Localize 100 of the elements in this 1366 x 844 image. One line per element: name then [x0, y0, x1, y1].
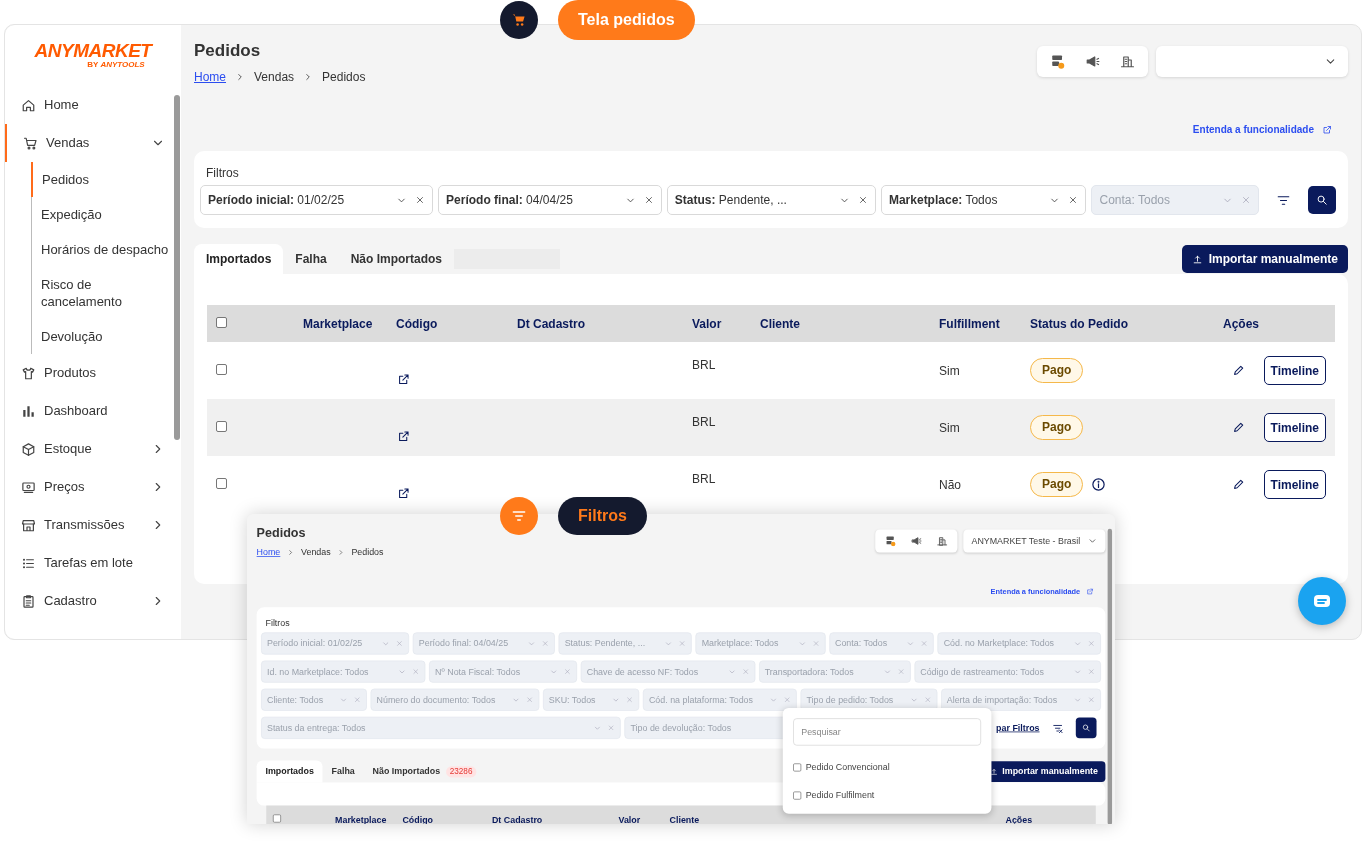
close-icon: [415, 195, 426, 205]
sidebar-item[interactable]: Home: [5, 86, 181, 124]
column-header: Cliente: [760, 316, 800, 331]
logo-subtitle: ANYTOOLS: [100, 60, 145, 69]
storefront-icon: [21, 517, 36, 533]
table-cell: BRL: [692, 415, 716, 429]
tab[interactable]: Não Importados: [338, 244, 455, 274]
table-cell: Sim: [939, 363, 960, 378]
megaphone-icon: [1085, 54, 1100, 69]
tab[interactable]: Falha: [322, 760, 364, 783]
count-badge: 23286: [446, 765, 477, 778]
column-header: Valor: [618, 814, 641, 824]
search-button[interactable]: [1308, 186, 1336, 214]
sidebar-item[interactable]: Preços: [5, 468, 181, 506]
filter-select[interactable]: Período inicial: 01/02/25: [200, 185, 434, 215]
dropdown-option[interactable]: Pedido Fulfilment: [793, 788, 875, 802]
pencil-icon: [1231, 364, 1245, 377]
sidebar-subitem[interactable]: Risco de cancelamento: [32, 267, 181, 319]
banknote-icon: [21, 479, 36, 495]
dropdown-option[interactable]: Pedido Convencional: [793, 760, 890, 774]
cart-icon: [23, 135, 38, 151]
checkbox[interactable]: [216, 363, 227, 375]
column-header: Status do Pedido: [1030, 316, 1128, 331]
external-link-icon: [397, 430, 410, 443]
sidebar-item[interactable]: Estoque: [5, 430, 181, 468]
clear-filters-link[interactable]: par Filtros: [996, 721, 1040, 735]
checkbox[interactable]: [793, 763, 802, 772]
breadcrumb-item: Vendas: [254, 69, 295, 86]
close-icon: [1068, 195, 1079, 205]
sidebar-item[interactable]: Produtos: [5, 354, 181, 392]
status-badge: Pago: [1030, 358, 1084, 383]
timeline-button[interactable]: Timeline: [1263, 413, 1326, 442]
checkbox[interactable]: [216, 316, 227, 328]
column-header: Fulfillment: [939, 316, 1000, 331]
filter-select[interactable]: Marketplace: Todos: [880, 185, 1087, 215]
column-header: Dt Cadastro: [517, 316, 585, 331]
filter-select[interactable]: Status: Pendente, ...: [666, 185, 876, 215]
search-field[interactable]: Pesquisar: [793, 718, 982, 746]
checkbox[interactable]: [272, 814, 282, 823]
column-header: Dt Cadastro: [491, 814, 543, 824]
search-button[interactable]: [1075, 717, 1097, 739]
breadcrumb-item: Pedidos: [322, 69, 366, 86]
close-icon: [643, 195, 654, 205]
sidebar-subitem[interactable]: Devolução: [32, 319, 181, 354]
checkbox[interactable]: [216, 420, 227, 432]
pencil-icon: [1231, 478, 1245, 491]
account-select[interactable]: ANYMARKET Teste - Brasil: [963, 529, 1106, 553]
chevron-right-icon: [235, 72, 245, 82]
checkbox[interactable]: [216, 477, 227, 489]
external-link-icon: [397, 373, 410, 386]
sidebar-item[interactable]: Cadastro: [5, 582, 181, 620]
table-cell: BRL: [692, 472, 716, 486]
external-link-icon: [1322, 124, 1332, 135]
close-icon: [1241, 195, 1251, 205]
column-header: Marketplace: [303, 316, 373, 331]
sidebar-subitem[interactable]: Horários de despacho: [32, 232, 181, 267]
column-header: Ações: [1005, 814, 1033, 824]
timeline-button[interactable]: Timeline: [1263, 356, 1326, 385]
breadcrumb-item: Vendas: [301, 546, 331, 560]
column-header: Valor: [692, 316, 722, 331]
column-header: Código: [402, 814, 433, 824]
sidebar-item[interactable]: Tarefas em lote: [5, 544, 181, 582]
breadcrumb-link[interactable]: Home: [194, 68, 226, 86]
breadcrumb-link[interactable]: Home: [256, 545, 281, 560]
tab[interactable]: Importados: [256, 760, 323, 783]
checkbox[interactable]: [793, 791, 802, 800]
column-header: Cliente: [669, 814, 700, 824]
filter-panel-title: Filtros: [264, 617, 291, 631]
close-icon: [857, 195, 868, 205]
bar-chart-icon: [21, 403, 36, 419]
page-title: Pedidos: [256, 525, 307, 541]
column-header: Código: [396, 316, 438, 331]
sidebar-item[interactable]: Dashboard: [5, 392, 181, 430]
filter-select[interactable]: Período final: 04/04/25: [438, 185, 662, 215]
column-header: Marketplace: [335, 814, 387, 824]
callout-label: Filtros: [558, 497, 647, 535]
pencil-icon: [1231, 421, 1245, 434]
sidebar-item[interactable]: Transmissões: [5, 506, 181, 544]
server-alert-icon[interactable]: [884, 535, 896, 547]
timeline-button[interactable]: Timeline: [1263, 470, 1326, 499]
page-title: Pedidos: [194, 41, 262, 61]
cart-callout-icon: [500, 1, 538, 39]
column-header: Ações: [1223, 316, 1260, 331]
import-button[interactable]: Importar manualmente: [1181, 245, 1348, 273]
logo-by: BY: [87, 60, 99, 69]
table-cell: Sim: [939, 420, 960, 435]
home-icon: [21, 97, 36, 113]
filter-panel-title: Filtros: [205, 165, 240, 182]
breadcrumb-item: Pedidos: [351, 546, 384, 560]
server-alert-icon[interactable]: [1050, 54, 1065, 69]
sidebar-subitem[interactable]: Expedição: [32, 197, 181, 232]
shirt-icon: [21, 365, 36, 381]
tab[interactable]: Não Importados 23286: [363, 760, 485, 783]
table-cell: BRL: [692, 358, 716, 372]
help-link[interactable]: Entenda a funcionalidade: [1192, 122, 1332, 137]
box-icon: [21, 441, 36, 457]
search-icon: [1316, 194, 1328, 206]
building-icon: [1120, 54, 1135, 69]
tab[interactable]: Falha: [283, 244, 339, 274]
tab[interactable]: Importados: [194, 244, 284, 274]
